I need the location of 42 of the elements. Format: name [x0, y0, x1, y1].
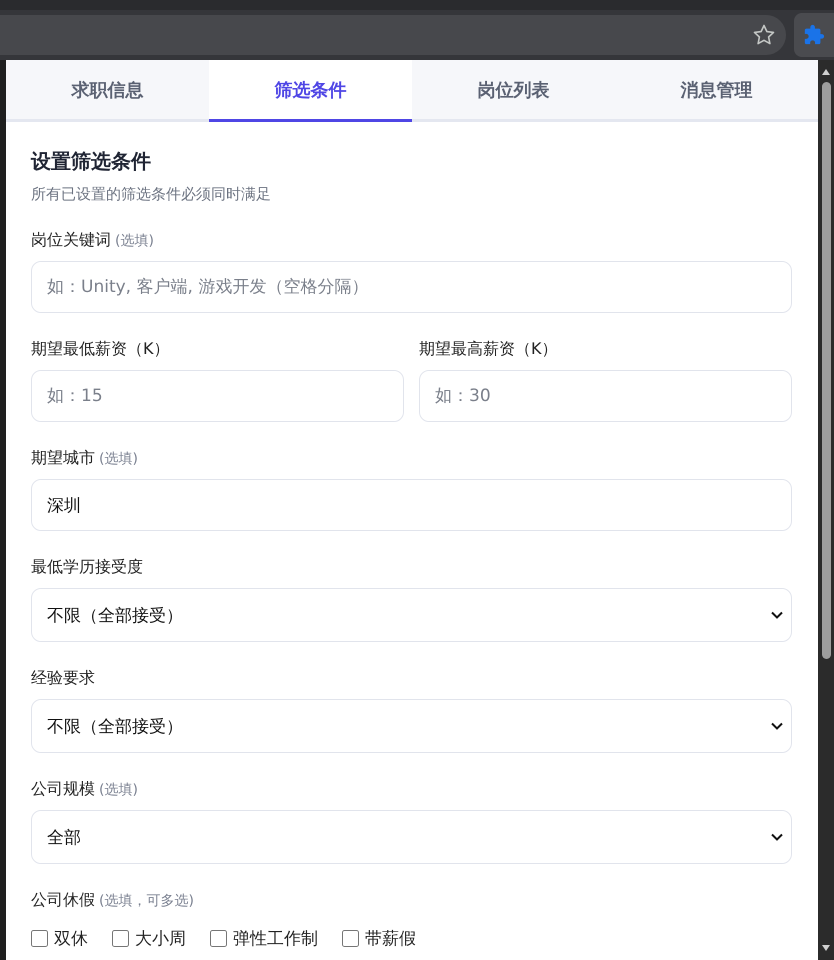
section-title: 设置筛选条件 — [31, 148, 152, 175]
field-label: 公司规模 — [31, 779, 95, 800]
chevron-down-icon — [771, 722, 783, 730]
scroll-down-icon[interactable] — [821, 944, 831, 952]
field-label: 最低学历接受度 — [31, 557, 143, 578]
scrollbar[interactable] — [818, 60, 834, 960]
scrollbar-thumb[interactable] — [822, 82, 830, 659]
star-icon[interactable] — [752, 23, 776, 47]
checkbox[interactable] — [210, 930, 227, 947]
field-label: 公司休假 — [31, 890, 95, 911]
tab[interactable]: 岗位列表 — [412, 60, 615, 122]
checkbox-label: 大小周 — [135, 928, 186, 950]
select-field[interactable]: 全部 — [31, 810, 792, 864]
field-label: 期望最低薪资（K） — [31, 339, 170, 360]
scroll-up-icon[interactable] — [821, 68, 831, 76]
optional-hint: (选填) — [99, 781, 138, 799]
checkbox-label: 弹性工作制 — [233, 928, 318, 950]
section-subtitle: 所有已设置的筛选条件必须同时满足 — [31, 185, 272, 204]
input-field[interactable]: 如：30 — [419, 370, 792, 422]
field-label: 期望城市 — [31, 448, 95, 469]
checkbox[interactable] — [31, 930, 48, 947]
select-field[interactable]: 不限（全部接受） — [31, 699, 792, 753]
tab[interactable]: 求职信息 — [6, 60, 209, 122]
field-label: 岗位关键词 — [31, 230, 111, 251]
input-field[interactable]: 如：15 — [31, 370, 404, 422]
input-field[interactable]: 如：Unity, 客户端, 游戏开发（空格分隔） — [31, 261, 792, 313]
checkbox[interactable] — [342, 930, 359, 947]
field-label: 经验要求 — [31, 668, 95, 689]
field-label: 期望最高薪资（K） — [419, 339, 558, 360]
optional-hint: (选填) — [115, 232, 154, 250]
checkbox[interactable] — [112, 930, 129, 947]
checkbox-label: 双休 — [54, 928, 88, 950]
optional-hint: (选填) — [99, 450, 138, 468]
chevron-down-icon — [771, 611, 783, 619]
chevron-down-icon — [771, 833, 783, 841]
optional-hint: (选填，可多选) — [99, 892, 194, 910]
checkbox-label: 带薪假 — [365, 928, 416, 950]
tab[interactable]: 筛选条件 — [209, 60, 412, 122]
puzzle-icon — [803, 24, 825, 46]
tab[interactable]: 消息管理 — [615, 60, 818, 122]
input-field[interactable]: 深圳 — [31, 479, 792, 531]
select-field[interactable]: 不限（全部接受） — [31, 588, 792, 642]
